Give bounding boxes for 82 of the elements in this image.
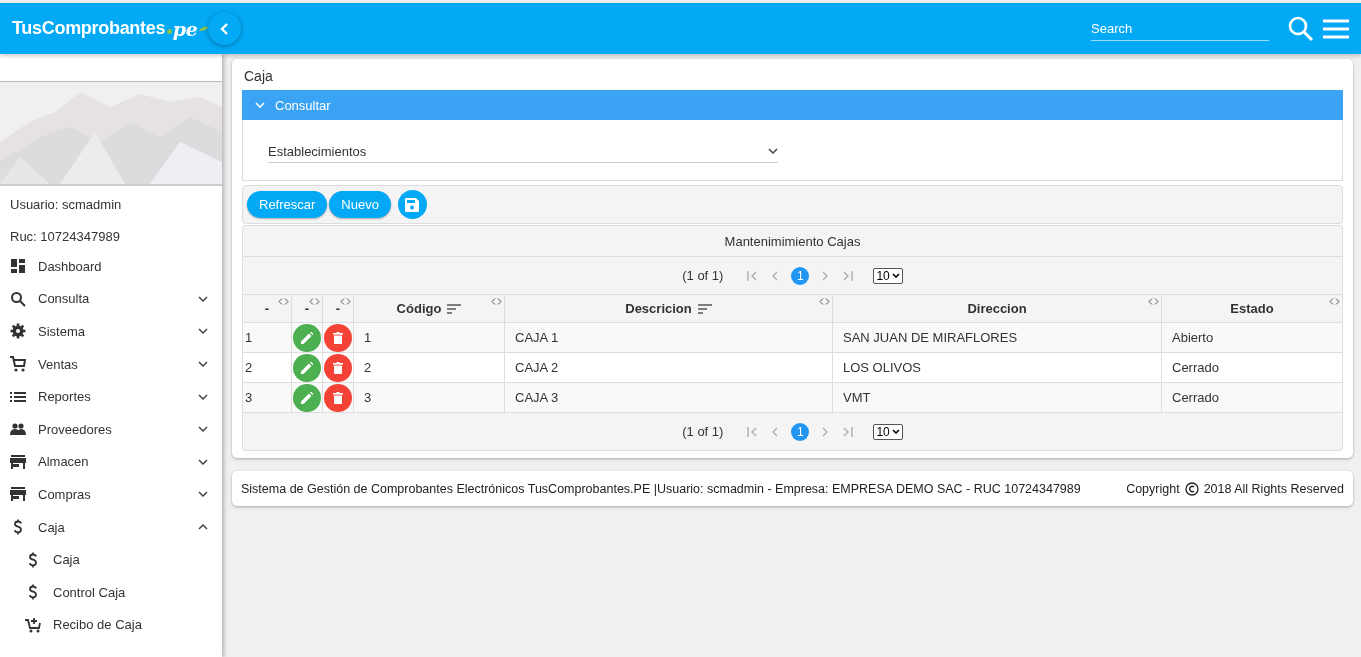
chevron-down-icon — [768, 148, 778, 154]
next-page-icon[interactable] — [821, 270, 830, 281]
next-page-icon[interactable] — [821, 426, 830, 437]
previous-page-icon[interactable] — [771, 270, 780, 281]
menu-item[interactable]: Compras — [0, 478, 222, 511]
submenu-item[interactable]: Caja — [0, 543, 222, 576]
table-cell: VMT — [833, 383, 1162, 413]
table-cell: 3 — [243, 383, 292, 413]
resize-icon[interactable] — [309, 298, 320, 305]
caret-icon — [891, 429, 900, 434]
page-report: (1 of 1) — [682, 268, 724, 283]
resize-icon[interactable] — [340, 298, 351, 305]
previous-page-icon[interactable] — [771, 426, 780, 437]
search-icon[interactable] — [1288, 15, 1314, 42]
menu-item[interactable]: Dashboard — [0, 250, 222, 283]
delete-button[interactable] — [324, 353, 352, 382]
people-icon — [10, 421, 26, 438]
pencil-icon — [301, 361, 313, 374]
delete-button[interactable] — [324, 383, 352, 412]
cart-icon — [10, 356, 26, 373]
menu-item[interactable]: Consulta — [0, 282, 222, 316]
column-header[interactable]: - — [292, 295, 323, 323]
username-text: Usuario: scmadmin — [9, 196, 123, 214]
column-header[interactable]: Direccion — [833, 295, 1162, 323]
copyright-text: 2018 All Rights Reserved — [1203, 481, 1344, 496]
cart-plus-icon — [25, 616, 41, 633]
page-report: (1 of 1) — [682, 424, 724, 439]
last-page-icon[interactable] — [841, 270, 854, 281]
delete-button[interactable] — [324, 323, 352, 352]
chevron-icon — [255, 102, 265, 108]
column-header[interactable]: - — [243, 295, 292, 323]
store-icon — [10, 453, 26, 470]
menu-item[interactable]: Almacen — [0, 445, 222, 479]
sort-icon[interactable] — [447, 303, 462, 314]
menu-icon[interactable] — [1323, 18, 1349, 39]
menu-item[interactable]: Caja — [0, 510, 222, 544]
table-cell: 3 — [354, 383, 505, 413]
trash-icon — [333, 391, 343, 404]
column-header[interactable]: Código — [354, 295, 505, 323]
edit-button[interactable] — [293, 353, 321, 382]
save-button[interactable] — [397, 190, 427, 219]
submenu-item[interactable]: Recibo de Caja — [0, 608, 222, 642]
collapse-sidebar-button[interactable] — [208, 12, 241, 45]
pencil-icon — [301, 331, 313, 344]
search-field[interactable]: Search — [1091, 16, 1269, 41]
trash-icon — [333, 361, 343, 374]
edit-button[interactable] — [293, 383, 321, 412]
menu-item[interactable]: Proveedores — [0, 412, 222, 446]
search-icon — [10, 290, 26, 307]
resize-icon[interactable] — [1148, 298, 1159, 305]
page-size-select[interactable]: 10 — [873, 423, 903, 440]
resize-icon[interactable] — [819, 298, 830, 305]
trash-icon — [333, 331, 343, 344]
menu-item[interactable]: Sistema — [0, 315, 222, 348]
column-header[interactable]: - — [323, 295, 354, 323]
resize-icon[interactable] — [491, 298, 502, 305]
page-size-select[interactable]: 10 — [873, 267, 903, 284]
table-caption: Mantenimimiento Cajas — [243, 226, 1342, 257]
copyright-icon — [1184, 481, 1199, 496]
submenu-item[interactable]: Control Caja — [0, 575, 222, 609]
menu-item[interactable]: Reportes — [0, 380, 222, 413]
copyright-text: Copyright — [1126, 481, 1180, 496]
footer-text: Sistema de Gestión de Comprobantes Electrónicos TusComprobantes.PE |Usuario: scmadmin - Empresa: EMPRESA DEMO SAC - RUC 10724347989 — [241, 481, 1081, 496]
column-header[interactable]: Estado — [1162, 295, 1342, 323]
sort-icon[interactable] — [697, 303, 712, 314]
menu-item[interactable]: Ventas — [0, 347, 222, 381]
caret-icon — [891, 273, 900, 278]
resize-icon[interactable] — [1329, 298, 1340, 305]
edit-button[interactable] — [293, 323, 321, 352]
table-cell: CAJA 3 — [505, 383, 833, 413]
resize-icon[interactable] — [278, 298, 289, 305]
pencil-icon — [301, 391, 313, 404]
page-title: Caja — [243, 67, 274, 86]
ruc-text: Ruc: 10724347989 — [9, 228, 121, 246]
last-page-icon[interactable] — [841, 426, 854, 437]
table-cell: Cerrado — [1162, 383, 1342, 413]
panel-title: Consultar — [275, 97, 331, 113]
column-header[interactable]: Descricion — [505, 295, 833, 323]
store-icon — [10, 486, 26, 503]
establecimientos-select[interactable]: Establecimientos — [268, 141, 778, 163]
gear-icon — [10, 323, 26, 340]
dashboard-icon — [10, 258, 26, 275]
